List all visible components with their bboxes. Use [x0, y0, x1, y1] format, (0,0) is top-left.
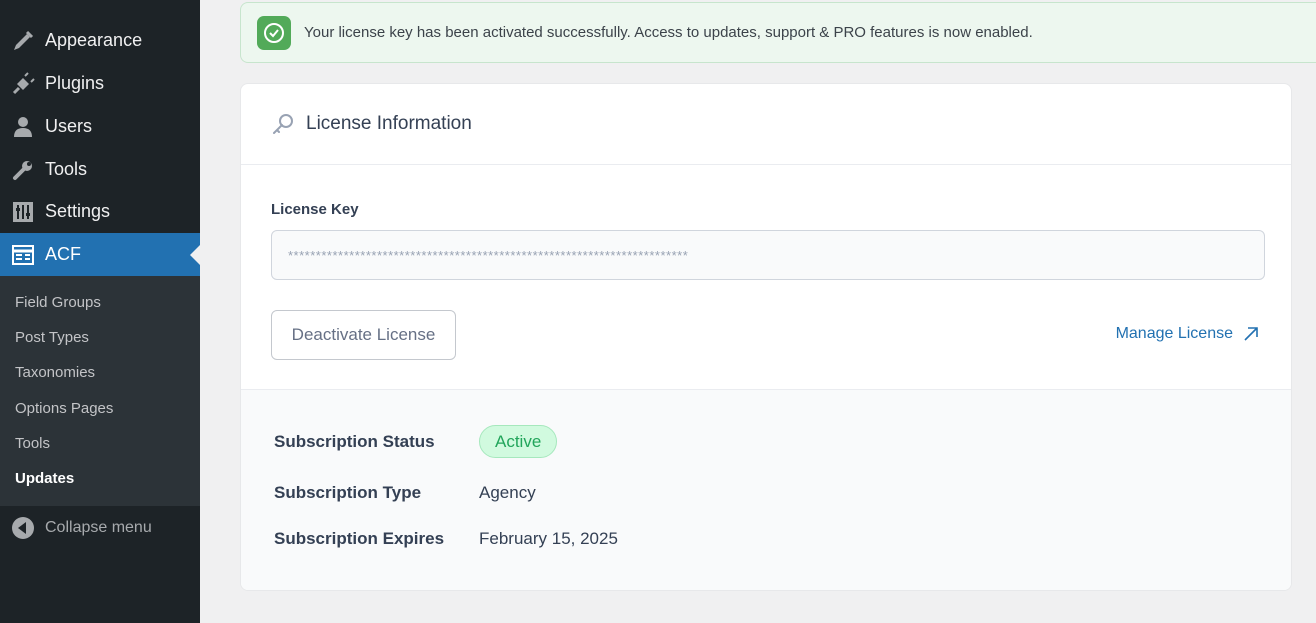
sidebar-item-tools[interactable]: Tools	[0, 148, 200, 191]
sidebar-item-acf[interactable]: ACF	[0, 233, 200, 276]
manage-license-label: Manage License	[1115, 325, 1233, 342]
submenu-updates[interactable]: Updates	[15, 470, 74, 487]
submenu-post-types[interactable]: Post Types	[15, 329, 89, 346]
users-icon	[11, 115, 35, 139]
acf-table-icon	[11, 243, 35, 267]
license-card: License Information License Key Deactiva…	[240, 83, 1292, 591]
sidebar-item-label: Users	[45, 116, 93, 136]
sidebar-item-label: Plugins	[45, 73, 105, 93]
key-icon	[272, 113, 294, 135]
notice-message: Your license key has been activated succ…	[304, 24, 1033, 41]
sidebar-item-users[interactable]: Users	[0, 105, 200, 148]
success-notice: Your license key has been activated succ…	[240, 2, 1316, 63]
subscription-type-value: Agency	[479, 483, 536, 502]
collapse-arrow-icon	[12, 517, 34, 539]
settings-sliders-icon	[11, 200, 35, 224]
admin-sidebar: Appearance Plugins Users Tools Settings …	[0, 0, 200, 623]
sidebar-item-label: Tools	[45, 159, 88, 179]
sidebar-item-plugins[interactable]: Plugins	[0, 62, 200, 105]
check-icon	[257, 15, 291, 50]
subscription-status-label: Subscription Status	[274, 432, 435, 451]
card-title: License Information	[306, 113, 472, 134]
submenu-field-groups[interactable]: Field Groups	[15, 294, 101, 311]
license-key-label: License Key	[271, 201, 359, 218]
deactivate-license-button[interactable]: Deactivate License	[271, 310, 456, 360]
acf-submenu: Field Groups Post Types Taxonomies Optio…	[0, 276, 200, 506]
sidebar-item-label: Settings	[45, 201, 111, 221]
sidebar-item-appearance[interactable]: Appearance	[0, 19, 200, 62]
subscription-type-label: Subscription Type	[274, 483, 422, 502]
submenu-taxonomies[interactable]: Taxonomies	[15, 364, 95, 381]
manage-license-link[interactable]: Manage License	[1116, 325, 1259, 343]
sidebar-item-label: Appearance	[45, 30, 143, 50]
license-key-input[interactable]	[271, 230, 1265, 280]
subscription-expires-value: February 15, 2025	[479, 529, 618, 548]
sidebar-item-label: ACF	[45, 244, 81, 264]
external-link-icon	[1244, 327, 1258, 341]
subscription-details: Subscription Status Active Subscription …	[241, 389, 1291, 590]
plugin-icon	[11, 71, 35, 96]
wrench-icon	[11, 158, 35, 182]
submenu-tools[interactable]: Tools	[15, 435, 50, 452]
status-badge: Active	[479, 425, 558, 458]
submenu-options-pages[interactable]: Options Pages	[15, 400, 113, 417]
sidebar-item-settings[interactable]: Settings	[0, 190, 200, 233]
collapse-menu-label: Collapse menu	[45, 519, 152, 536]
collapse-menu-button[interactable]: Collapse menu	[0, 510, 200, 546]
card-header: License Information	[241, 84, 1291, 165]
subscription-expires-label: Subscription Expires	[274, 529, 445, 548]
paintbrush-icon	[11, 29, 35, 53]
